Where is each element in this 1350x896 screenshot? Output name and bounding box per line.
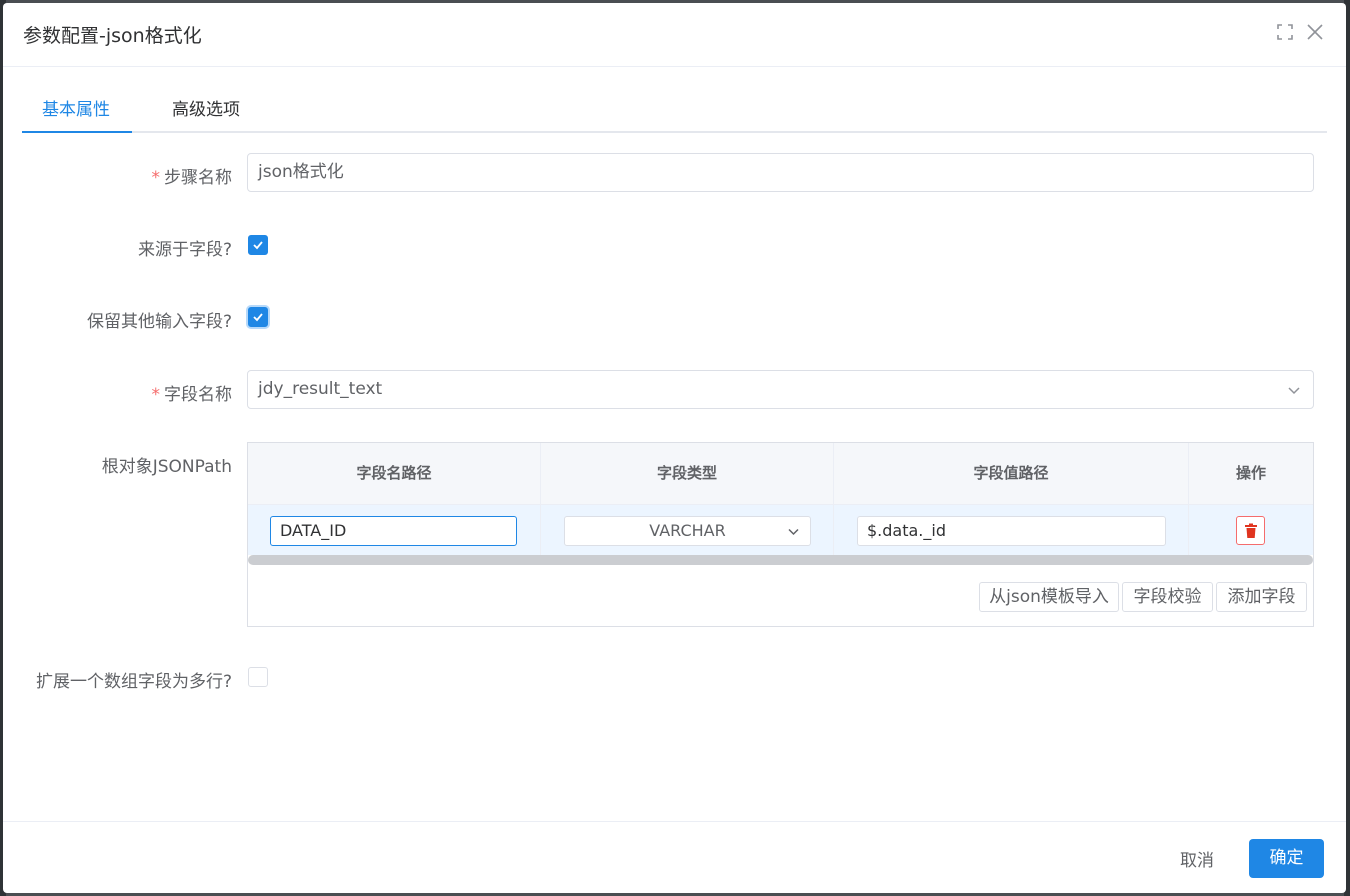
column-header-value-path: 字段值路径 [834,443,1189,504]
expand-array-checkbox[interactable] [248,667,268,687]
chevron-down-icon [1288,387,1300,395]
tab-basic-properties[interactable]: 基本属性 [42,93,110,133]
fullscreen-icon[interactable] [1276,23,1296,43]
horizontal-scrollbar[interactable] [248,555,1313,565]
name-path-input[interactable]: DATA_ID [270,516,517,546]
dialog-title: 参数配置-json格式化 [23,25,202,47]
config-dialog: 参数配置-json格式化 基本属性 高级选项 * 步骤名称 json格式化 来源于… [3,3,1346,893]
step-name-label: * 步骤名称 [151,168,233,188]
trash-icon [1245,523,1257,538]
column-header-name-path: 字段名路径 [248,443,541,504]
step-name-input[interactable]: json格式化 [247,153,1314,192]
add-field-button[interactable]: 添加字段 [1216,582,1307,612]
column-header-actions: 操作 [1235,464,1266,482]
root-jsonpath-label: 根对象JSONPath [101,457,232,477]
actions-cell [1189,505,1313,555]
type-cell: VARCHAR [541,505,834,555]
from-field-checkbox[interactable] [248,235,268,255]
value-path-cell: $.data._id [834,505,1189,555]
import-from-json-template-button[interactable]: 从json模板导入 [979,582,1119,612]
table-row: DATA_ID VARCHAR $.data._id [248,505,1313,555]
json-field-table: 字段名路径 字段类型 字段值路径 操作 DATA_ID VARCHAR $.da… [247,442,1314,627]
close-icon[interactable] [1306,23,1326,43]
field-type-select[interactable]: VARCHAR [564,516,811,546]
field-name-select[interactable]: jdy_result_text [247,370,1314,409]
tab-advanced-options[interactable]: 高级选项 [172,93,240,133]
chevron-down-icon [788,528,799,536]
keep-input-fields-label: 保留其他输入字段? [86,312,232,332]
table-header: 字段名路径 字段类型 字段值路径 操作 [248,443,1313,505]
dialog-header: 参数配置-json格式化 [3,3,1346,67]
expand-array-label: 扩展一个数组字段为多行? [35,672,232,692]
field-name-value: jdy_result_text [258,379,383,399]
value-path-input[interactable]: $.data._id [857,516,1166,546]
validate-fields-button[interactable]: 字段校验 [1122,582,1213,612]
column-header-type: 字段类型 [541,443,834,504]
tab-bar: 基本属性 高级选项 [22,93,1327,133]
dialog-footer: 取消 确定 [3,821,1346,893]
keep-input-fields-checkbox[interactable] [248,307,268,327]
delete-row-button[interactable] [1236,516,1265,545]
field-type-value: VARCHAR [649,521,726,540]
required-asterisk: * [151,385,161,405]
field-name-label: * 字段名称 [151,385,233,405]
name-path-cell: DATA_ID [248,505,541,555]
required-asterisk: * [151,168,161,188]
confirm-button[interactable]: 确定 [1249,839,1324,878]
cancel-button[interactable]: 取消 [1159,846,1235,871]
active-tab-indicator [22,131,132,133]
from-field-label: 来源于字段? [137,240,232,260]
